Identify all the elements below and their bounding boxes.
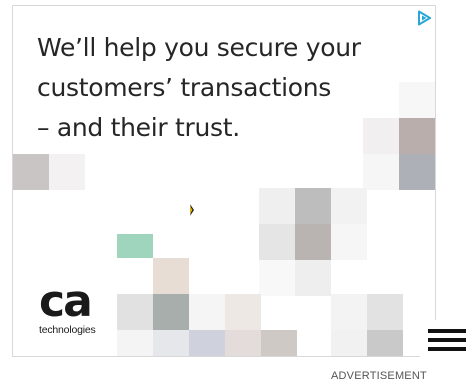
hamburger-menu-icon[interactable] bbox=[420, 320, 474, 360]
mosaic-tile bbox=[117, 330, 153, 356]
mosaic-tile bbox=[261, 330, 297, 356]
adchoices-triangle-icon[interactable] bbox=[416, 10, 432, 26]
mosaic-tile bbox=[399, 154, 435, 190]
mosaic-tile bbox=[331, 330, 367, 356]
mosaic-tile bbox=[367, 330, 403, 356]
brand-subtitle: technologies bbox=[39, 324, 96, 336]
mosaic-tile bbox=[295, 260, 331, 296]
mosaic-tile bbox=[13, 154, 49, 190]
mosaic-tile bbox=[49, 154, 85, 190]
menu-bar bbox=[428, 329, 466, 333]
brand-mark: ca bbox=[39, 276, 93, 327]
ad-headline: We’ll help you secure your customers’ tr… bbox=[37, 28, 417, 148]
mosaic-tile bbox=[189, 330, 225, 356]
mosaic-tile bbox=[363, 154, 399, 190]
mosaic-tile bbox=[367, 294, 403, 330]
ca-technologies-logo[interactable]: ca technologies bbox=[39, 276, 119, 338]
mosaic-tile bbox=[117, 294, 153, 330]
mosaic-tile bbox=[259, 260, 295, 296]
mosaic-tile bbox=[117, 234, 153, 258]
mosaic-tile bbox=[295, 188, 331, 224]
mosaic-tile bbox=[331, 294, 367, 330]
headline-line: customers’ transactions bbox=[37, 73, 331, 102]
menu-bar bbox=[428, 347, 466, 351]
menu-bar bbox=[428, 338, 466, 342]
spark-icon bbox=[190, 204, 194, 216]
mosaic-tile bbox=[331, 188, 367, 224]
mosaic-tile bbox=[259, 188, 295, 224]
advertisement-banner[interactable]: We’ll help you secure your customers’ tr… bbox=[12, 5, 436, 357]
mosaic-tile bbox=[153, 258, 189, 294]
mosaic-tile bbox=[295, 224, 331, 260]
mosaic-tile bbox=[189, 294, 225, 330]
mosaic-tile bbox=[153, 294, 189, 330]
mosaic-tile bbox=[259, 224, 295, 260]
headline-line: – and their trust. bbox=[37, 113, 240, 142]
mosaic-tile bbox=[225, 330, 261, 356]
mosaic-tile bbox=[225, 294, 261, 330]
headline-line: We’ll help you secure your bbox=[37, 33, 361, 62]
mosaic-tile bbox=[153, 330, 189, 356]
mosaic-tile bbox=[331, 224, 367, 260]
advertisement-label: ADVERTISEMENT bbox=[331, 370, 427, 382]
